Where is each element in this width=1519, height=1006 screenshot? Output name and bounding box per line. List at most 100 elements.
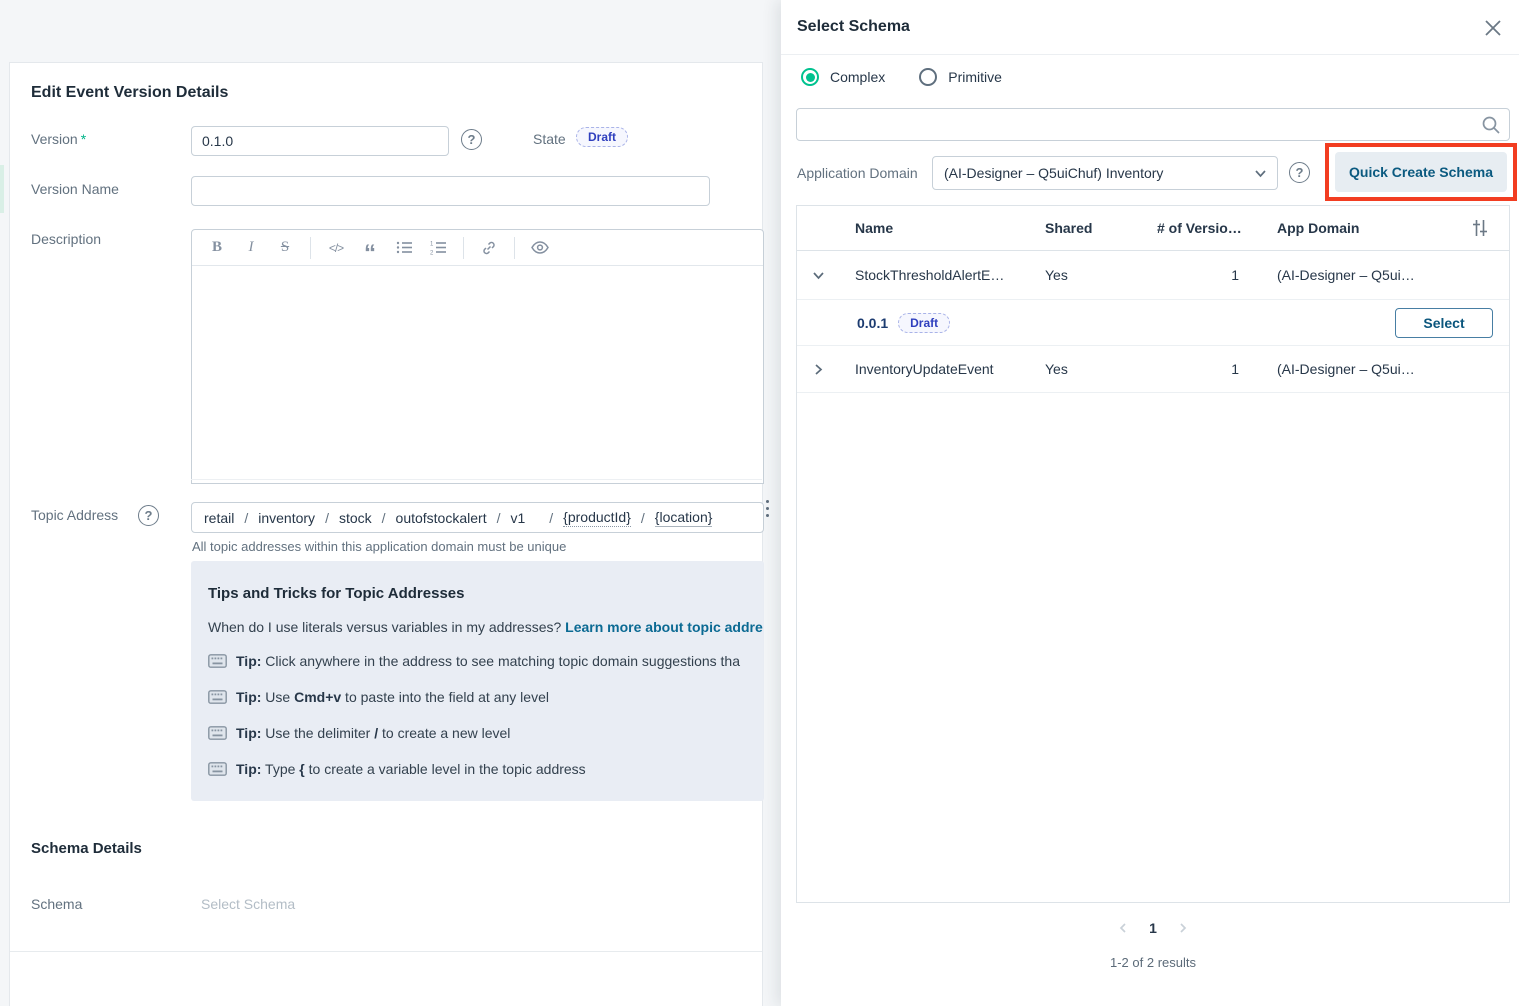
bold-icon[interactable]: B [202, 235, 232, 261]
italic-icon[interactable]: I [236, 235, 266, 261]
keyboard-icon [208, 726, 227, 740]
search-icon[interactable] [1481, 115, 1501, 135]
version-help-icon[interactable]: ? [461, 129, 482, 150]
header-name[interactable]: Name [839, 220, 1045, 236]
quick-create-schema-button[interactable]: Quick Create Schema [1335, 152, 1507, 192]
tip-text: Tip: Click anywhere in the address to se… [236, 653, 740, 669]
description-label: Description [31, 231, 101, 247]
version-label: Version* [31, 131, 86, 147]
version-name-input[interactable] [191, 176, 710, 206]
version-name-label: Version Name [31, 181, 119, 197]
state-label: State [533, 131, 566, 147]
page-next-icon[interactable] [1177, 922, 1189, 934]
description-editor[interactable]: B I S </> “ 12 [191, 229, 764, 484]
close-icon[interactable] [1481, 16, 1505, 40]
version-number: 0.0.1 [857, 315, 888, 331]
radio-selected-icon[interactable] [801, 68, 819, 86]
radio-complex[interactable]: Complex [801, 68, 885, 86]
row-app-domain: (AI-Designer – Q5ui… [1269, 361, 1451, 377]
radio-primitive[interactable]: Primitive [919, 68, 1002, 86]
table-header-row: Name Shared # of Versio… App Domain [797, 206, 1509, 251]
tip-text: Tip: Use Cmd+v to paste into the field a… [236, 689, 549, 705]
schema-select-placeholder[interactable]: Select Schema [201, 896, 295, 912]
topic-unique-note: All topic addresses within this applicat… [192, 539, 566, 554]
chevron-down-icon [1254, 167, 1267, 180]
tip-item: Tip: Click anywhere in the address to se… [208, 653, 764, 669]
schema-table: Name Shared # of Versio… App Domain Stoc… [796, 205, 1510, 903]
tip-item: Tip: Type { to create a variable level i… [208, 761, 764, 777]
row-name: InventoryUpdateEvent [839, 361, 1045, 377]
tips-title: Tips and Tricks for Topic Addresses [208, 585, 464, 602]
toolbar-divider [310, 237, 311, 259]
numbered-list-icon[interactable]: 12 [423, 235, 453, 261]
version-sub-row: 0.0.1 Draft Select [797, 300, 1509, 346]
topic-address-help-icon[interactable]: ? [138, 505, 159, 526]
header-divider [781, 54, 1519, 55]
header-shared[interactable]: Shared [1045, 220, 1157, 236]
blockquote-icon[interactable]: “ [355, 235, 385, 261]
page-prev-icon[interactable] [1117, 922, 1129, 934]
application-domain-dropdown[interactable]: (AI-Designer – Q5uiChuf) Inventory [932, 156, 1278, 190]
schema-search [796, 108, 1510, 141]
row-shared: Yes [1045, 361, 1157, 377]
header-app-domain[interactable]: App Domain [1269, 220, 1451, 236]
version-label-text: Version [31, 131, 78, 147]
topic-address-label: Topic Address [31, 507, 118, 523]
schema-type-radio-group: Complex Primitive [801, 68, 1002, 86]
keyboard-icon [208, 654, 227, 668]
topic-separator: / [549, 510, 553, 526]
tip-text: Tip: Type { to create a variable level i… [236, 761, 586, 777]
schema-search-input[interactable] [797, 109, 1509, 140]
tips-and-tricks-box: Tips and Tricks for Topic Addresses When… [191, 561, 764, 801]
code-icon[interactable]: </> [321, 235, 351, 261]
svg-text:1: 1 [430, 242, 434, 248]
chevron-down-icon[interactable] [797, 269, 839, 282]
required-asterisk: * [81, 131, 86, 147]
bullet-list-icon[interactable] [389, 235, 419, 261]
tip-text: Tip: Use the delimiter / to create a new… [236, 725, 510, 741]
topic-address-input[interactable]: retail / inventory / stock / outofstocka… [191, 502, 764, 533]
table-row[interactable]: InventoryUpdateEvent Yes 1 (AI-Designer … [797, 346, 1509, 393]
schema-details-heading: Schema Details [31, 840, 142, 857]
topic-separator: / [641, 510, 645, 526]
table-row[interactable]: StockThresholdAlertE… Yes 1 (AI-Designer… [797, 251, 1509, 300]
select-button[interactable]: Select [1395, 308, 1493, 338]
topic-segment[interactable]: stock [339, 510, 372, 526]
topic-segment[interactable]: retail [204, 510, 234, 526]
topic-segment[interactable]: outofstockalert [396, 510, 487, 526]
keyboard-icon [208, 762, 227, 776]
application-domain-help-icon[interactable]: ? [1289, 162, 1310, 183]
preview-eye-icon[interactable] [525, 235, 555, 261]
version-input[interactable] [191, 126, 449, 156]
schema-label: Schema [31, 896, 82, 912]
row-versions: 1 [1157, 267, 1269, 283]
state-draft-badge: Draft [576, 127, 628, 147]
row-shared: Yes [1045, 267, 1157, 283]
topic-separator: / [382, 510, 386, 526]
radio-primitive-label: Primitive [948, 69, 1002, 85]
chevron-right-icon[interactable] [797, 363, 839, 376]
keyboard-icon [208, 690, 227, 704]
topic-segment[interactable]: inventory [258, 510, 315, 526]
description-textarea[interactable] [192, 266, 763, 484]
results-count: 1-2 of 2 results [796, 955, 1510, 970]
panel-resize-handle[interactable] [766, 500, 772, 517]
tips-intro: When do I use literals versus variables … [208, 619, 764, 635]
topic-separator: / [325, 510, 329, 526]
strikethrough-icon[interactable]: S [270, 235, 300, 261]
topic-variable-segment[interactable]: {location} [655, 509, 713, 527]
pagination: 1 [796, 920, 1510, 936]
radio-unselected-icon[interactable] [919, 68, 937, 86]
row-app-domain: (AI-Designer – Q5ui… [1269, 267, 1451, 283]
column-settings-icon[interactable] [1451, 218, 1509, 238]
topic-variable-segment[interactable]: {productId} [563, 509, 631, 527]
header-versions[interactable]: # of Versio… [1157, 220, 1269, 236]
version-draft-badge: Draft [898, 313, 950, 333]
radio-complex-label: Complex [830, 69, 885, 85]
tip-item: Tip: Use the delimiter / to create a new… [208, 725, 764, 741]
link-icon[interactable] [474, 235, 504, 261]
topic-separator: / [244, 510, 248, 526]
topic-segment[interactable]: v1 [510, 510, 525, 526]
current-page[interactable]: 1 [1149, 920, 1157, 936]
learn-more-link[interactable]: Learn more about topic addre [565, 619, 763, 635]
